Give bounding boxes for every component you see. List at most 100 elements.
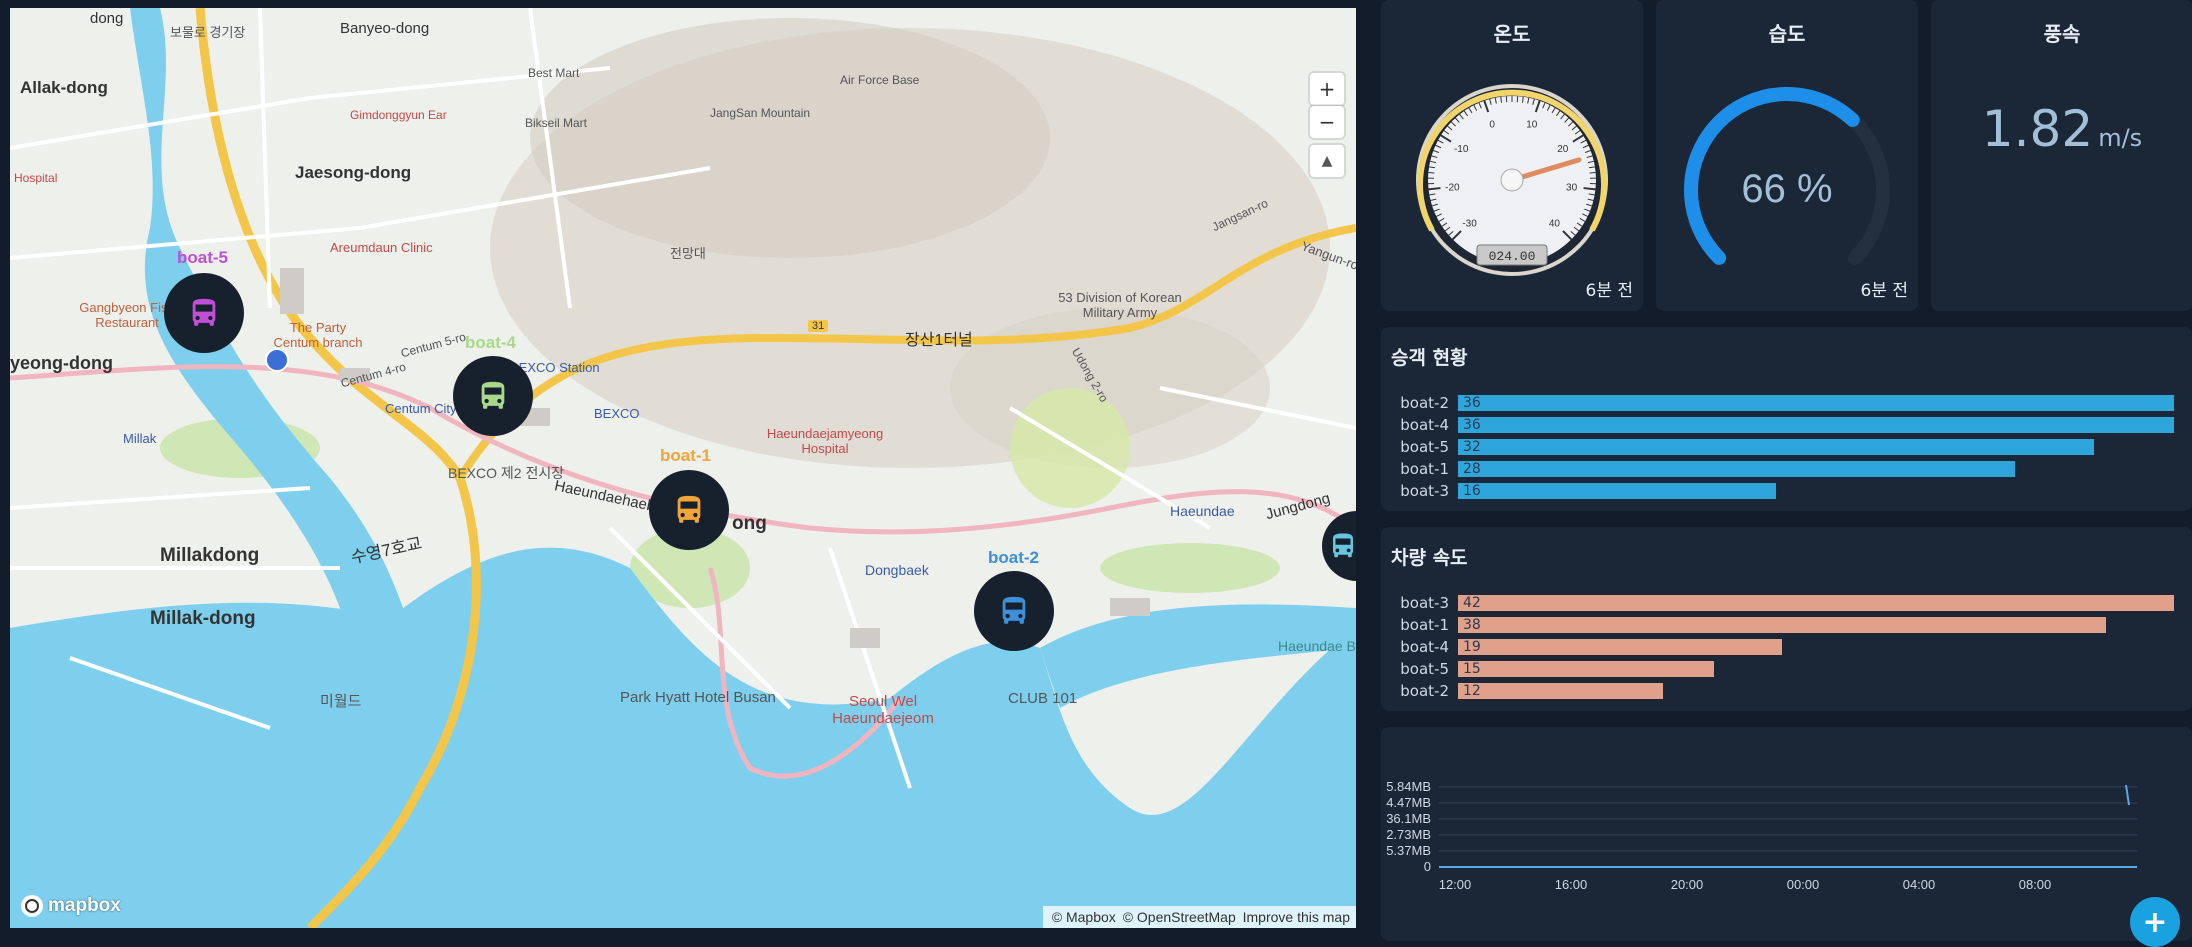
- map-attribution: © Mapbox © OpenStreetMap Improve this ma…: [1043, 906, 1356, 928]
- map-view[interactable]: dong 보물로 경기장 Banyeo-dong Allak-dong Jaes…: [10, 8, 1356, 928]
- temperature-title: 온도: [1381, 18, 1643, 47]
- map-label: Haeundae B: [1278, 638, 1356, 654]
- gauge-tick-label: 20: [1557, 144, 1569, 155]
- bus-icon: [997, 594, 1031, 628]
- bar-label: boat-4: [1389, 417, 1449, 433]
- improve-map-link[interactable]: Improve this map: [1243, 909, 1350, 925]
- temperature-reading: 024.00: [1489, 249, 1536, 264]
- bar-fill: [1458, 661, 1714, 677]
- bus-icon: [1328, 531, 1356, 561]
- bar-row: boat-138: [1389, 617, 2184, 633]
- bar-label: boat-2: [1389, 683, 1449, 699]
- windspeed-readout: 1.82 m/s: [1931, 100, 2192, 158]
- marker-label-boat-5: boat-5: [177, 248, 228, 268]
- zoom-in-button[interactable]: +: [1310, 73, 1344, 105]
- bar-value: 36: [1463, 395, 1481, 411]
- bar-fill: [1458, 595, 2174, 611]
- bar-fill: [1458, 639, 1782, 655]
- bar-fill: [1458, 683, 1663, 699]
- mapbox-logo[interactable]: mapbox: [20, 894, 121, 918]
- temperature-panel: 온도 -30-20-10010203040 024.00 6분 전: [1381, 0, 1643, 311]
- map-label: Bikseil Mart: [525, 116, 587, 130]
- temperature-gauge: -30-20-10010203040 024.00: [1402, 80, 1622, 280]
- zoom-out-button[interactable]: −: [1310, 106, 1344, 138]
- x-tick-label: 12:00: [1439, 877, 1472, 892]
- boat-2-marker[interactable]: [974, 571, 1054, 651]
- network-panel: 5.84MB4.47MB36.1MB2.73MB5.37MB0 12:0016:…: [1381, 727, 2192, 941]
- map-label: Millakdong: [160, 545, 259, 567]
- boat-4-marker[interactable]: [453, 356, 533, 436]
- map-label: Best Mart: [528, 66, 579, 80]
- map-label: Haeundaejamyeong Hospital: [755, 426, 895, 456]
- bar-label: boat-5: [1389, 439, 1449, 455]
- gauge-tick-label: 30: [1566, 183, 1578, 194]
- bar-value: 42: [1463, 595, 1481, 611]
- map-label: Jaesong-dong: [295, 163, 411, 183]
- bus-icon: [476, 379, 510, 413]
- map-label: Areumdaun Clinic: [330, 240, 433, 255]
- bar-row: boat-342: [1389, 595, 2184, 611]
- bar-fill: [1458, 461, 2015, 477]
- bar-value: 12: [1463, 683, 1481, 699]
- map-label: Millak: [123, 431, 156, 446]
- map-label: Millak-dong: [150, 608, 256, 630]
- y-tick-label: 4.47MB: [1386, 795, 1431, 810]
- windspeed-unit: m/s: [2098, 124, 2142, 152]
- road-shield: 31: [808, 320, 828, 332]
- map-label: 전망대: [670, 243, 706, 262]
- humidity-panel: 습도 66 % 6분 전: [1656, 0, 1918, 311]
- map-label: dong: [90, 10, 123, 27]
- map-label: Seoul Wel Haeundaejeom: [828, 693, 938, 727]
- bar-row: boat-419: [1389, 639, 2184, 655]
- windspeed-title: 풍속: [1931, 18, 2192, 47]
- humidity-gauge: 66 %: [1677, 80, 1897, 280]
- x-tick-label: 08:00: [2019, 877, 2052, 892]
- windspeed-value: 1.82: [1982, 100, 2093, 158]
- bar-row: boat-5 15: [1389, 661, 2184, 677]
- gauge-tick: [1429, 188, 1441, 189]
- gauge-tick-label: 0: [1489, 119, 1495, 130]
- x-tick-label: 16:00: [1555, 877, 1588, 892]
- bar-value: 36: [1463, 417, 1481, 433]
- compass-button[interactable]: ▲: [1310, 145, 1344, 177]
- bar-value: 19: [1463, 639, 1481, 655]
- map-label: Dongbaek: [865, 562, 929, 578]
- map-label: 장산1터널: [905, 326, 973, 350]
- gauge-tick-label: -20: [1445, 183, 1460, 194]
- bar-row: boat-236: [1389, 395, 2184, 411]
- map-label: The Party Centum branch: [268, 320, 368, 350]
- boat-1-marker[interactable]: [649, 470, 729, 550]
- mapbox-attribution-link[interactable]: © Mapbox: [1052, 909, 1116, 925]
- gauge-tick-label: 40: [1549, 218, 1561, 229]
- gauge-tick-label: 10: [1526, 119, 1538, 130]
- gauge-tick-label: -30: [1462, 218, 1477, 229]
- boat-5-marker[interactable]: [164, 273, 244, 353]
- add-button[interactable]: +: [2130, 897, 2180, 947]
- gauge-tick: [1584, 188, 1596, 189]
- gauge-tick: [1428, 172, 1434, 173]
- map-label: BEXCO: [594, 406, 640, 421]
- speed-panel: 차량 속도 boat-342boat-138boat-419boat-515bo…: [1381, 527, 2192, 711]
- bar-row: boat-3 16: [1389, 483, 2184, 499]
- y-tick-label: 36.1MB: [1386, 811, 1431, 826]
- map-label: Allak-dong: [20, 78, 108, 98]
- mapbox-logo-text: mapbox: [48, 895, 121, 917]
- humidity-updated-time: 6분 전: [1861, 276, 1909, 301]
- map-label: Haeundae: [1170, 503, 1235, 519]
- network-chart: 5.84MB4.47MB36.1MB2.73MB5.37MB0 12:0016:…: [1381, 747, 2192, 897]
- location-pin-icon: [265, 348, 289, 372]
- bar-label: boat-5: [1389, 661, 1449, 677]
- bar-label: boat-3: [1389, 483, 1449, 499]
- bar-value: 16: [1463, 483, 1481, 499]
- bar-value: 15: [1463, 661, 1481, 677]
- map-label: 53 Division of Korean Military Army: [1050, 290, 1190, 320]
- bus-icon: [187, 296, 221, 330]
- map-label: Air Force Base: [840, 73, 919, 87]
- humidity-value: 66 %: [1741, 167, 1832, 211]
- x-tick-label: 04:00: [1903, 877, 1936, 892]
- map-label: CLUB 101: [1008, 690, 1077, 707]
- map-label: 미월드: [320, 690, 361, 711]
- osm-attribution-link[interactable]: © OpenStreetMap: [1123, 909, 1236, 925]
- y-tick-label: 5.37MB: [1386, 843, 1431, 858]
- bar-label: boat-1: [1389, 617, 1449, 633]
